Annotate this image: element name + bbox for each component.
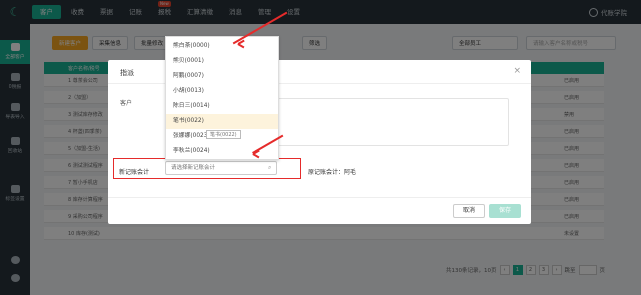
accountant-dropdown: 熊白茶(0000) 熊贝(0001) 阿鹏(0007) 小胡(0013) 陈日三…: [165, 36, 279, 160]
close-icon[interactable]: ×: [513, 66, 521, 76]
dropdown-option[interactable]: 熊贝(0001): [166, 54, 278, 69]
cancel-button[interactable]: 取消: [453, 204, 485, 218]
save-button[interactable]: 保存: [489, 204, 521, 218]
original-accountant-value: 阿毛: [344, 169, 357, 176]
option-tooltip: 笔书(0022): [206, 130, 241, 139]
dropdown-option[interactable]: 陈日三(0014): [166, 99, 278, 114]
original-accountant: 原记账会计：阿毛: [308, 167, 356, 176]
divider: [108, 197, 531, 198]
dialog-title: 指派: [120, 69, 134, 77]
original-accountant-label: 原记账会计：: [308, 169, 345, 176]
dropdown-option-highlighted[interactable]: 笔书(0022): [166, 114, 278, 129]
customer-label: 客户: [120, 100, 133, 107]
dropdown-option[interactable]: 小胡(0013): [166, 84, 278, 99]
dropdown-option[interactable]: 阿鹏(0007): [166, 69, 278, 84]
dropdown-option[interactable]: 熊白茶(0000): [166, 39, 278, 54]
highlight-new-accountant-row: [113, 158, 301, 179]
